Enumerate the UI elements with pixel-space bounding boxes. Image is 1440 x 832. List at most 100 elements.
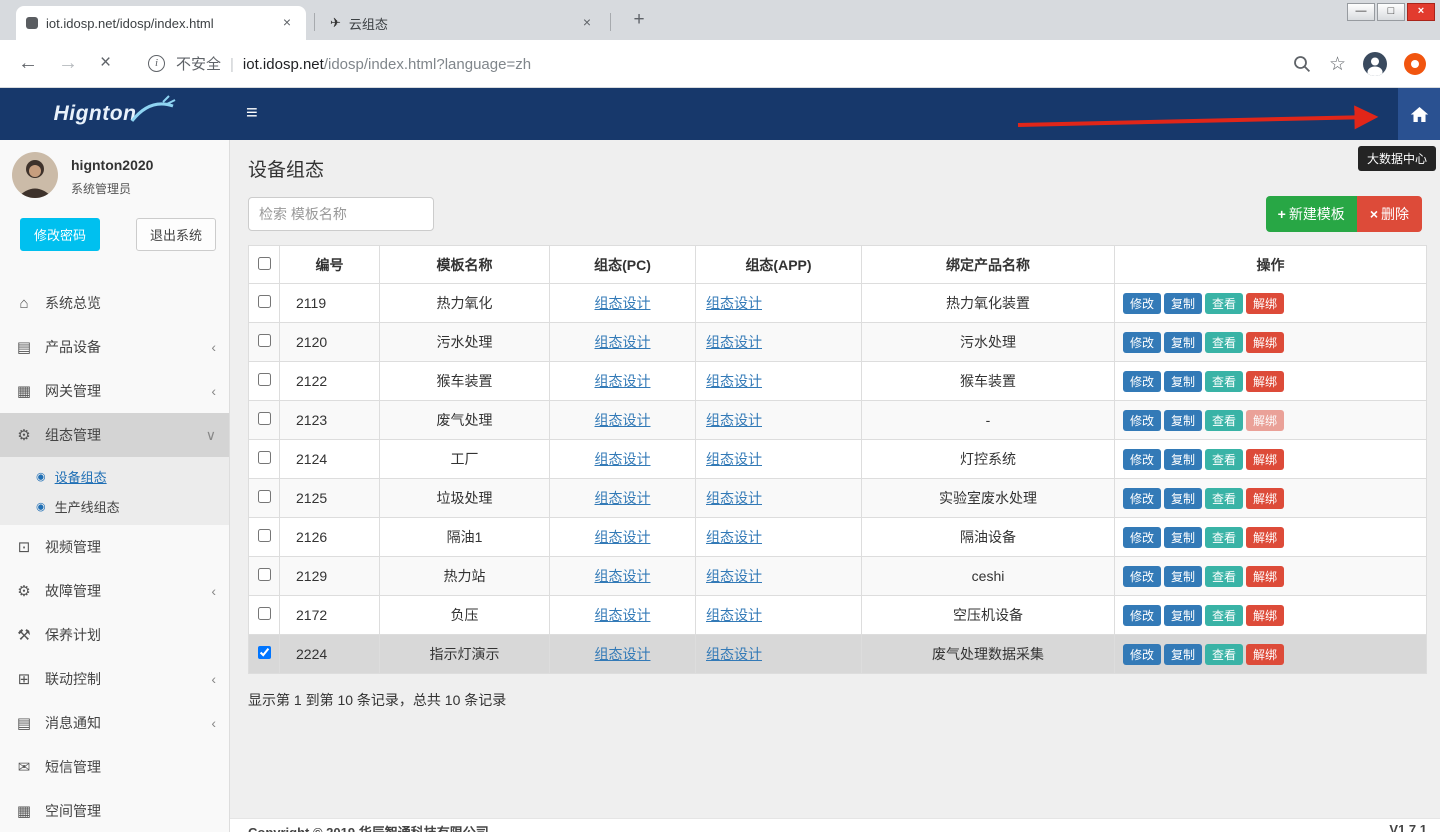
app-design-link[interactable]: 组态设计 (706, 607, 762, 623)
bookmark-star-icon[interactable]: ☆ (1329, 53, 1346, 76)
row-copy-button[interactable]: 复制 (1164, 371, 1202, 392)
row-view-button[interactable]: 查看 (1205, 332, 1243, 353)
sidebar-item-linkage-control[interactable]: ⊞联动控制‹ (0, 657, 229, 701)
window-maximize-button[interactable]: □ (1377, 3, 1405, 21)
row-copy-button[interactable]: 复制 (1164, 605, 1202, 626)
row-unbind-button[interactable]: 解绑 (1246, 410, 1284, 431)
row-copy-button[interactable]: 复制 (1164, 293, 1202, 314)
row-unbind-button[interactable]: 解绑 (1246, 449, 1284, 470)
row-edit-button[interactable]: 修改 (1123, 566, 1161, 587)
row-copy-button[interactable]: 复制 (1164, 449, 1202, 470)
row-view-button[interactable]: 查看 (1205, 410, 1243, 431)
row-view-button[interactable]: 查看 (1205, 449, 1243, 470)
row-unbind-button[interactable]: 解绑 (1246, 566, 1284, 587)
row-unbind-button[interactable]: 解绑 (1246, 293, 1284, 314)
row-view-button[interactable]: 查看 (1205, 293, 1243, 314)
row-unbind-button[interactable]: 解绑 (1246, 332, 1284, 353)
row-edit-button[interactable]: 修改 (1123, 293, 1161, 314)
app-design-link[interactable]: 组态设计 (706, 412, 762, 428)
pc-design-link[interactable]: 组态设计 (595, 607, 651, 623)
tab-close-icon[interactable]: × (278, 14, 296, 32)
row-edit-button[interactable]: 修改 (1123, 605, 1161, 626)
row-checkbox[interactable] (258, 373, 271, 386)
row-edit-button[interactable]: 修改 (1123, 410, 1161, 431)
new-tab-button[interactable]: + (626, 8, 652, 34)
url-omnibox[interactable]: 不安全|iot.idosp.net/idosp/index.html?langu… (176, 53, 531, 74)
sidebar-item-gateway-management[interactable]: ▦网关管理‹ (0, 369, 229, 413)
site-info-icon[interactable]: i (148, 55, 165, 72)
sidebar-item-sms-management[interactable]: ✉短信管理 (0, 745, 229, 789)
browser-tab-current[interactable]: iot.idosp.net/idosp/index.html × (16, 6, 306, 40)
pc-design-link[interactable]: 组态设计 (595, 529, 651, 545)
row-edit-button[interactable]: 修改 (1123, 488, 1161, 509)
app-design-link[interactable]: 组态设计 (706, 295, 762, 311)
row-checkbox[interactable] (258, 607, 271, 620)
new-template-button[interactable]: +新建模板 (1266, 196, 1357, 232)
pc-design-link[interactable]: 组态设计 (595, 412, 651, 428)
browser-tab-cloud-scada[interactable]: ✈ 云组态 × (320, 6, 606, 40)
window-minimize-button[interactable]: — (1347, 3, 1375, 21)
row-view-button[interactable]: 查看 (1205, 644, 1243, 665)
app-design-link[interactable]: 组态设计 (706, 490, 762, 506)
stop-loading-icon[interactable]: × (100, 52, 111, 74)
row-edit-button[interactable]: 修改 (1123, 449, 1161, 470)
logout-button[interactable]: 退出系统 (136, 218, 216, 251)
pc-design-link[interactable]: 组态设计 (595, 334, 651, 350)
row-edit-button[interactable]: 修改 (1123, 371, 1161, 392)
row-unbind-button[interactable]: 解绑 (1246, 605, 1284, 626)
row-unbind-button[interactable]: 解绑 (1246, 527, 1284, 548)
home-button[interactable] (1398, 88, 1440, 140)
row-copy-button[interactable]: 复制 (1164, 566, 1202, 587)
browser-profile-icon[interactable] (1363, 52, 1387, 76)
sidebar-item-product-device[interactable]: ▤产品设备‹ (0, 325, 229, 369)
change-password-button[interactable]: 修改密码 (20, 218, 100, 251)
app-design-link[interactable]: 组态设计 (706, 373, 762, 389)
delete-button[interactable]: ×删除 (1357, 196, 1422, 232)
row-checkbox[interactable] (258, 646, 271, 659)
sidebar-subitem-device-scada[interactable]: ◉设备组态 (0, 461, 229, 491)
row-copy-button[interactable]: 复制 (1164, 410, 1202, 431)
row-checkbox[interactable] (258, 529, 271, 542)
pc-design-link[interactable]: 组态设计 (595, 295, 651, 311)
sidebar-item-system-overview[interactable]: ⌂系统总览 (0, 281, 229, 325)
sidebar-toggle-icon[interactable]: ≡ (246, 102, 258, 125)
app-design-link[interactable]: 组态设计 (706, 451, 762, 467)
row-checkbox[interactable] (258, 334, 271, 347)
app-design-link[interactable]: 组态设计 (706, 568, 762, 584)
row-checkbox[interactable] (258, 295, 271, 308)
pc-design-link[interactable]: 组态设计 (595, 451, 651, 467)
sidebar-item-maintenance-plan[interactable]: ⚒保养计划 (0, 613, 229, 657)
row-edit-button[interactable]: 修改 (1123, 527, 1161, 548)
row-unbind-button[interactable]: 解绑 (1246, 371, 1284, 392)
search-input[interactable] (248, 197, 434, 231)
sidebar-item-video-management[interactable]: ⊡视频管理 (0, 525, 229, 569)
app-design-link[interactable]: 组态设计 (706, 529, 762, 545)
row-checkbox[interactable] (258, 451, 271, 464)
row-copy-button[interactable]: 复制 (1164, 332, 1202, 353)
row-copy-button[interactable]: 复制 (1164, 527, 1202, 548)
sidebar-subitem-line-scada[interactable]: ◉生产线组态 (0, 491, 229, 521)
forward-icon[interactable]: → (58, 52, 78, 75)
pc-design-link[interactable]: 组态设计 (595, 490, 651, 506)
row-copy-button[interactable]: 复制 (1164, 488, 1202, 509)
sidebar-item-fault-management[interactable]: ⚙故障管理‹ (0, 569, 229, 613)
select-all-checkbox[interactable] (258, 257, 271, 270)
row-checkbox[interactable] (258, 412, 271, 425)
zoom-icon[interactable] (1292, 54, 1312, 74)
row-view-button[interactable]: 查看 (1205, 527, 1243, 548)
row-view-button[interactable]: 查看 (1205, 605, 1243, 626)
row-copy-button[interactable]: 复制 (1164, 644, 1202, 665)
sidebar-item-space-management[interactable]: ▦空间管理 (0, 789, 229, 832)
row-checkbox[interactable] (258, 490, 271, 503)
app-design-link[interactable]: 组态设计 (706, 646, 762, 662)
window-close-button[interactable]: × (1407, 3, 1435, 21)
row-unbind-button[interactable]: 解绑 (1246, 644, 1284, 665)
row-view-button[interactable]: 查看 (1205, 371, 1243, 392)
row-unbind-button[interactable]: 解绑 (1246, 488, 1284, 509)
extension-orange-icon[interactable] (1404, 53, 1426, 75)
sidebar-item-message-notify[interactable]: ▤消息通知‹ (0, 701, 229, 745)
row-view-button[interactable]: 查看 (1205, 488, 1243, 509)
row-view-button[interactable]: 查看 (1205, 566, 1243, 587)
row-edit-button[interactable]: 修改 (1123, 644, 1161, 665)
row-checkbox[interactable] (258, 568, 271, 581)
